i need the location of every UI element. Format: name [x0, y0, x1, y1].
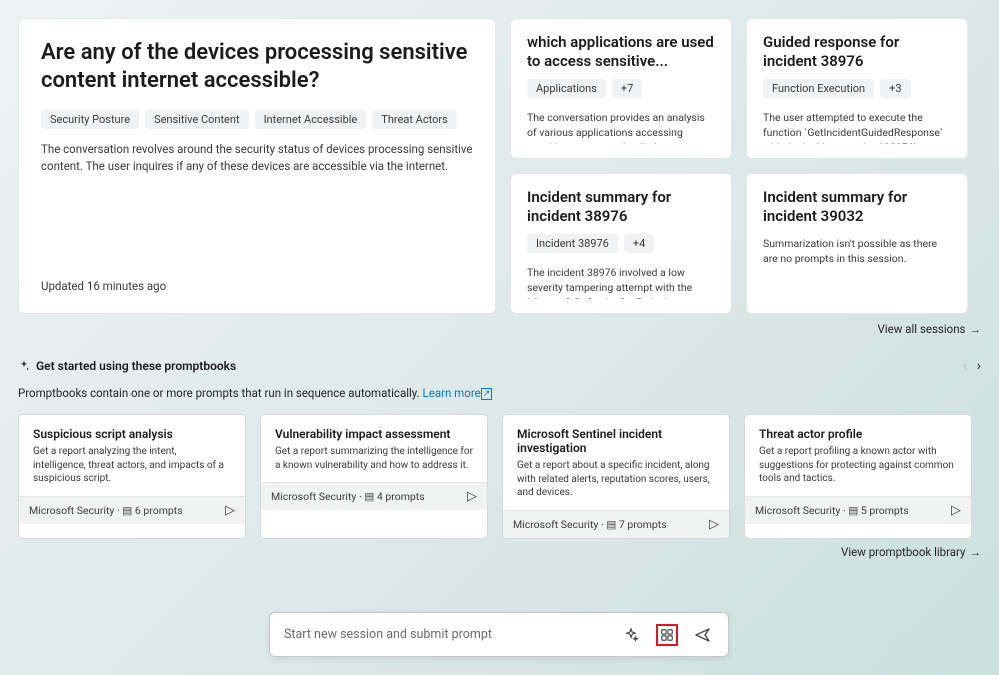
promptbook-desc: Get a report about a specific incident, … [517, 459, 715, 500]
view-all-sessions-link[interactable]: View all sessions → [18, 322, 981, 336]
section-title: Get started using these promptbooks [18, 359, 236, 373]
arrow-right-icon: → [970, 545, 982, 559]
view-promptbook-library-link[interactable]: View promptbook library → [18, 545, 981, 559]
promptbook-title: Threat actor profile [759, 427, 957, 441]
session-title: Incident summary for incident 38976 [527, 188, 715, 226]
prompt-input[interactable] [284, 627, 620, 642]
tag: Incident 38976 [527, 234, 618, 253]
heading-text: Get started using these promptbooks [36, 359, 236, 373]
prompt-library-icon[interactable] [656, 624, 678, 646]
link-label: View promptbook library [841, 545, 966, 559]
prompt-input-bar [269, 612, 729, 657]
chevron-right-icon[interactable]: › [977, 358, 981, 374]
session-card[interactable]: which applications are used to access se… [510, 18, 732, 159]
session-card-main[interactable]: Are any of the devices processing sensit… [18, 18, 496, 314]
list-icon: ▤ [122, 504, 132, 517]
link-label: View all sessions [878, 322, 966, 336]
tag: Threat Actors [372, 110, 457, 129]
session-card[interactable]: Incident summary for incident 39032 Summ… [746, 173, 968, 314]
sessions-area: Are any of the devices processing sensit… [18, 18, 981, 314]
tag: Sensitive Content [145, 110, 249, 129]
session-summary: The incident 38976 involved a low severi… [527, 265, 715, 300]
updated-timestamp: Updated 16 minutes ago [41, 279, 473, 293]
list-icon: ▤ [606, 518, 616, 531]
tag: Function Execution [763, 79, 874, 98]
session-title: which applications are used to access se… [527, 33, 715, 71]
link-label: Learn more [423, 386, 481, 400]
sub-text: Promptbooks contain one or more prompts … [18, 386, 423, 400]
promptbooks-header: Get started using these promptbooks ‹ › [18, 358, 981, 374]
tag-more: +3 [880, 79, 910, 98]
session-title: Are any of the devices processing sensit… [41, 39, 473, 94]
session-summary: Summarization isn't possible as there ar… [763, 236, 951, 266]
promptbook-meta: Microsoft Security · ▤ 4 prompts [271, 490, 425, 503]
session-card[interactable]: Guided response for incident 38976 Funct… [746, 18, 968, 159]
tag: Internet Accessible [255, 110, 367, 129]
sparkle-icon [18, 360, 30, 372]
session-summary: The conversation revolves around the sec… [41, 141, 473, 174]
learn-more-link[interactable]: Learn more↗ [423, 386, 493, 400]
promptbooks-row: Suspicious script analysis Get a report … [18, 414, 981, 539]
run-promptbook-button[interactable]: ▷ [467, 489, 477, 504]
tag-row: Applications +7 [527, 79, 715, 98]
promptbook-title: Vulnerability impact assessment [275, 427, 473, 441]
section-subtitle: Promptbooks contain one or more prompts … [18, 386, 981, 400]
session-card[interactable]: Incident summary for incident 38976 Inci… [510, 173, 732, 314]
tag: Applications [527, 79, 606, 98]
tag-more: +4 [624, 234, 654, 253]
promptbook-title: Microsoft Sentinel incident investigatio… [517, 427, 715, 455]
arrow-right-icon: → [970, 322, 982, 336]
promptbook-card[interactable]: Microsoft Sentinel incident investigatio… [502, 414, 730, 539]
list-icon: ▤ [848, 504, 858, 517]
session-title: Guided response for incident 38976 [763, 33, 951, 71]
promptbook-meta: Microsoft Security · ▤ 5 prompts [755, 504, 909, 517]
tag-row: Security Posture Sensitive Content Inter… [41, 110, 473, 129]
tag-row: Function Execution +3 [763, 79, 951, 98]
tag-row: Incident 38976 +4 [527, 234, 715, 253]
promptbook-title: Suspicious script analysis [33, 427, 231, 441]
tag: Security Posture [41, 110, 139, 129]
list-icon: ▤ [364, 490, 374, 503]
run-promptbook-button[interactable]: ▷ [951, 503, 961, 518]
promptbook-desc: Get a report analyzing the intent, intel… [33, 445, 231, 486]
promptbook-meta: Microsoft Security · ▤ 6 prompts [29, 504, 183, 517]
session-cards-grid: which applications are used to access se… [510, 18, 968, 314]
session-summary: The conversation provides an analysis of… [527, 110, 715, 145]
external-link-icon: ↗ [481, 388, 493, 400]
run-promptbook-button[interactable]: ▷ [709, 517, 719, 532]
promptbook-desc: Get a report summarizing the intelligenc… [275, 445, 473, 472]
send-icon[interactable] [692, 624, 714, 646]
session-title: Incident summary for incident 39032 [763, 188, 951, 226]
promptbook-meta: Microsoft Security · ▤ 7 prompts [513, 518, 667, 531]
tag-more: +7 [612, 79, 642, 98]
carousel-nav: ‹ › [963, 358, 981, 374]
sparkle-suggestions-icon[interactable] [620, 624, 642, 646]
promptbook-card[interactable]: Suspicious script analysis Get a report … [18, 414, 246, 539]
session-summary: The user attempted to execute the functi… [763, 110, 951, 145]
chevron-left-icon[interactable]: ‹ [963, 358, 967, 374]
promptbook-desc: Get a report profiling a known actor wit… [759, 445, 957, 486]
promptbook-card[interactable]: Threat actor profile Get a report profil… [744, 414, 972, 539]
promptbook-card[interactable]: Vulnerability impact assessment Get a re… [260, 414, 488, 539]
run-promptbook-button[interactable]: ▷ [225, 503, 235, 518]
